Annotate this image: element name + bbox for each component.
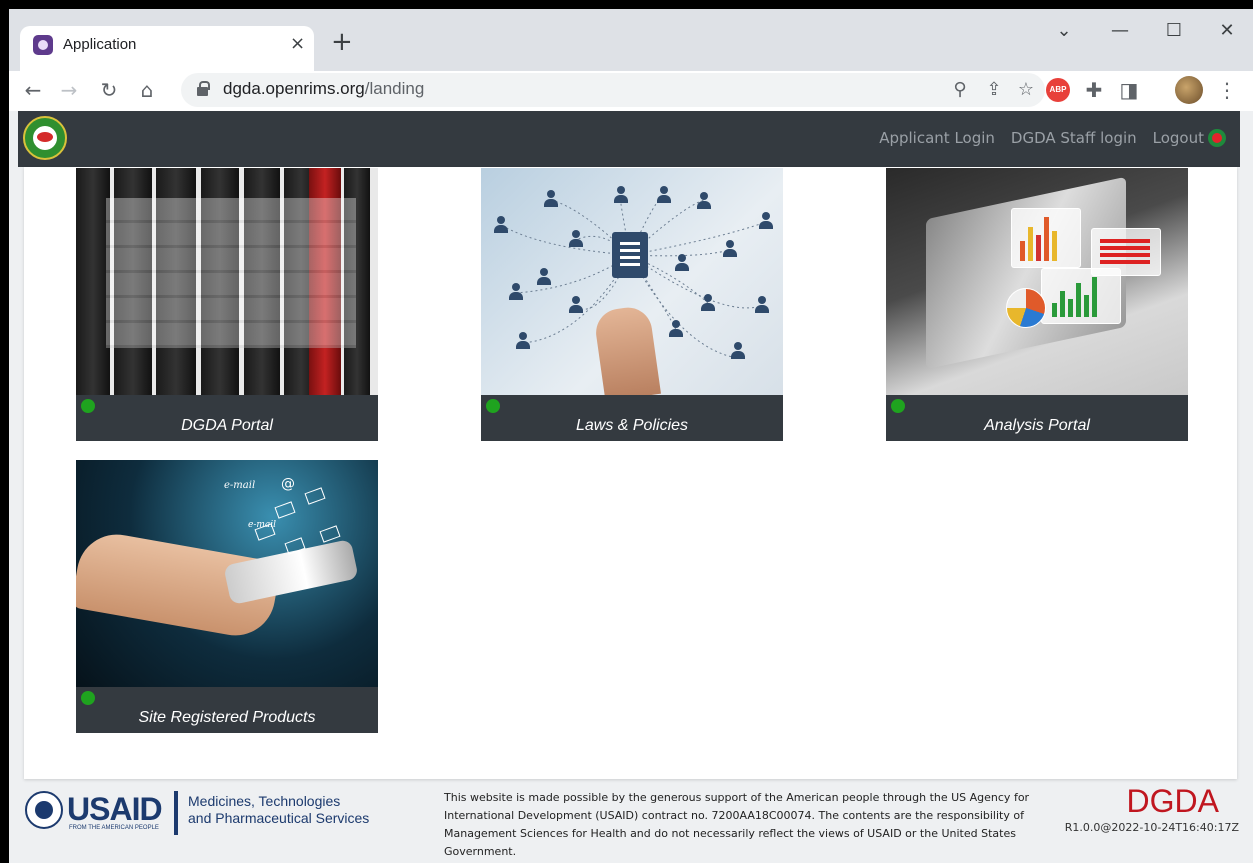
card-analysis-portal[interactable]: Analysis Portal xyxy=(886,168,1188,441)
usaid-logo: USAID xyxy=(67,791,163,827)
lock-icon[interactable] xyxy=(197,81,210,96)
profile-avatar[interactable] xyxy=(1175,76,1203,104)
card-laws-policies[interactable]: Laws & Policies xyxy=(481,168,783,441)
app-favicon-icon xyxy=(33,35,53,55)
mtaps-text: Medicines, Technologies and Pharmaceutic… xyxy=(188,793,370,826)
status-dot-icon xyxy=(891,399,905,413)
footer: USAID FROM THE AMERICAN PEOPLE Medicines… xyxy=(9,783,1253,863)
bangladesh-flag-icon[interactable] xyxy=(1208,129,1226,147)
card-title: Laws & Policies xyxy=(575,417,689,434)
usaid-tagline: FROM THE AMERICAN PEOPLE xyxy=(69,825,159,831)
status-dot-icon xyxy=(486,399,500,413)
card-caption: Analysis Portal xyxy=(886,395,1188,441)
url-text[interactable]: dgda.openrims.org/landing xyxy=(223,79,424,99)
zoom-icon[interactable]: ⚲ xyxy=(947,77,973,103)
laptop-charts-image xyxy=(886,168,1188,395)
maximize-icon[interactable]: ☐ xyxy=(1159,19,1189,43)
address-bar[interactable]: dgda.openrims.org/landing ⚲ ⇪ ☆ xyxy=(181,73,1045,107)
reload-icon[interactable]: ↻ xyxy=(95,77,123,103)
phone-email-image: e-mail e-mail @ xyxy=(76,460,378,687)
side-panel-icon[interactable]: ◨ xyxy=(1115,77,1143,103)
card-dgda-portal[interactable]: DGDA Portal xyxy=(76,168,378,441)
page: Applicant Login DGDA Staff login Logout xyxy=(9,111,1253,863)
card-title: Site Registered Products xyxy=(138,709,316,726)
tab-search-icon[interactable]: ⌄ xyxy=(1049,19,1079,43)
card-title: Analysis Portal xyxy=(984,417,1090,434)
card-caption: DGDA Portal xyxy=(76,395,378,441)
navbar: Applicant Login DGDA Staff login Logout xyxy=(18,111,1240,167)
disclaimer-text: This website is made possible by the gen… xyxy=(444,791,1030,858)
card-caption: Site Registered Products xyxy=(76,687,378,733)
status-dot-icon xyxy=(81,399,95,413)
nav-logout[interactable]: Logout xyxy=(1153,129,1204,147)
minimize-icon[interactable]: — xyxy=(1105,19,1135,43)
forward-icon[interactable]: → xyxy=(55,77,83,103)
nav-links: Applicant Login DGDA Staff login Logout xyxy=(879,129,1204,147)
browser-toolbar: ← → ↻ ⌂ dgda.openrims.org/landing ⚲ ⇪ ☆ … xyxy=(9,71,1253,111)
card-caption: Laws & Policies xyxy=(481,395,783,441)
adblock-icon[interactable]: ABP xyxy=(1046,78,1070,102)
dgda-logo-icon[interactable] xyxy=(23,116,67,160)
menu-icon[interactable]: ⋮ xyxy=(1213,77,1241,103)
dgda-brand: DGDA xyxy=(1126,783,1219,819)
extensions-icon[interactable]: ✚ xyxy=(1080,77,1108,103)
network-people-image xyxy=(481,168,783,395)
browser-window: Application × + ⌄ — ☐ ✕ ← → ↻ ⌂ dgda.ope… xyxy=(9,9,1253,863)
new-tab-icon[interactable]: + xyxy=(331,29,353,55)
tab-strip: Application × + ⌄ — ☐ ✕ xyxy=(9,9,1253,71)
tab-close-icon[interactable]: × xyxy=(290,32,305,56)
divider xyxy=(174,791,178,835)
back-icon[interactable]: ← xyxy=(19,77,47,103)
share-icon[interactable]: ⇪ xyxy=(981,77,1007,103)
main-content: DGDA Portal Laws & Policies Analysis Por… xyxy=(24,167,1237,779)
status-dot-icon xyxy=(81,691,95,705)
bookmark-star-icon[interactable]: ☆ xyxy=(1013,77,1039,103)
card-site-registered-products[interactable]: e-mail e-mail @ Site Registered Products xyxy=(76,460,378,733)
nav-applicant-login[interactable]: Applicant Login xyxy=(879,129,995,147)
binders-image xyxy=(76,168,378,395)
nav-staff-login[interactable]: DGDA Staff login xyxy=(1011,129,1137,147)
version-text: R1.0.0@2022-10-24T16:40:17Z xyxy=(1064,821,1239,834)
tab-title: Application xyxy=(63,36,137,53)
browser-tab[interactable]: Application × xyxy=(20,26,314,71)
home-icon[interactable]: ⌂ xyxy=(133,77,161,103)
usaid-seal-icon xyxy=(25,791,63,829)
document-icon xyxy=(612,232,648,278)
card-title: DGDA Portal xyxy=(181,417,273,434)
close-window-icon[interactable]: ✕ xyxy=(1212,19,1242,43)
